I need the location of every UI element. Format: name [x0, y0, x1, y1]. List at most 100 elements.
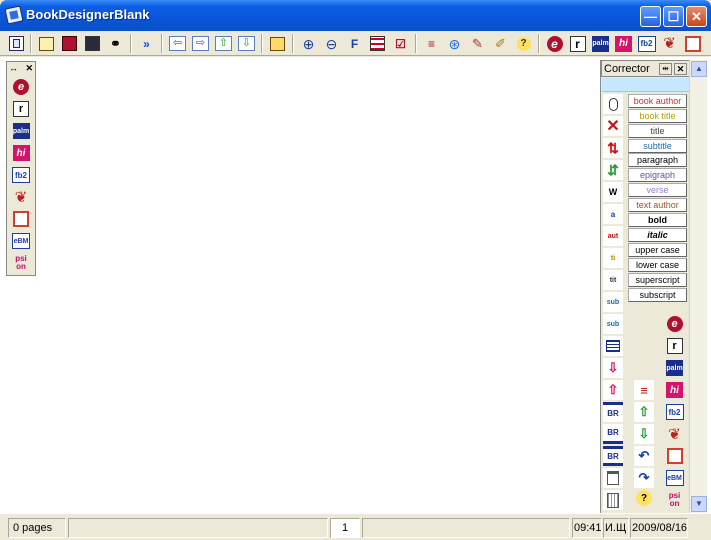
page-number-field[interactable]: 1: [330, 518, 360, 538]
style-book-author-button[interactable]: book author: [628, 94, 687, 108]
reader-r-icon[interactable]: r: [567, 33, 588, 54]
br-bottom-icon[interactable]: BR: [603, 424, 623, 444]
pin-icon[interactable]: ↔: [9, 62, 18, 74]
pages-icon[interactable]: [682, 33, 703, 54]
pencil-note-icon[interactable]: ✐: [490, 33, 511, 54]
br-top-icon[interactable]: BR: [603, 402, 623, 422]
palm-icon[interactable]: palm: [664, 358, 685, 378]
red-cushion-icon[interactable]: ❦: [659, 33, 680, 54]
arrow-right-icon[interactable]: ⇨: [190, 33, 211, 54]
fb2-icon[interactable]: fb2: [636, 33, 657, 54]
arrow-down-icon[interactable]: ⇩: [236, 33, 257, 54]
delete-x-icon[interactable]: ✕: [603, 116, 623, 136]
close-button[interactable]: ✕: [686, 6, 707, 27]
zoom-out-icon[interactable]: ⊖: [321, 33, 342, 54]
ebm-icon[interactable]: eBM: [11, 231, 31, 251]
hi-icon[interactable]: hi: [11, 143, 31, 163]
style-verse-button[interactable]: verse: [628, 183, 687, 197]
editor-area[interactable]: [0, 57, 600, 513]
wrap-icon[interactable]: W: [603, 182, 623, 202]
open-book-icon[interactable]: [36, 33, 57, 54]
move-down-pink-icon[interactable]: ⇩: [603, 358, 623, 378]
palm-icon[interactable]: palm: [11, 121, 31, 141]
reader-r-icon[interactable]: r: [11, 99, 31, 119]
arrow-down-green-icon[interactable]: ⇩: [634, 424, 654, 444]
save-red-icon[interactable]: [59, 33, 80, 54]
red-cushion-icon[interactable]: ❦: [11, 187, 31, 207]
fast-forward-icon[interactable]: »: [136, 33, 157, 54]
hi-icon[interactable]: hi: [613, 33, 634, 54]
redo-icon[interactable]: ↷: [634, 468, 654, 488]
help-icon[interactable]: ?: [513, 33, 534, 54]
ebook-e-icon[interactable]: e: [664, 314, 685, 334]
style-upper-case-button[interactable]: upper case: [628, 243, 687, 257]
br-both-icon[interactable]: BR: [603, 446, 623, 466]
keyboard-layout: И.Щ: [603, 518, 629, 538]
book-icon[interactable]: [267, 33, 288, 54]
style-paragraph-button[interactable]: paragraph: [628, 153, 687, 167]
globe-icon[interactable]: ⊛: [444, 33, 465, 54]
sort-down-icon[interactable]: ⇅: [603, 138, 623, 158]
binoculars-icon[interactable]: ⚭: [105, 33, 126, 54]
sort-up-icon[interactable]: ⇵: [603, 160, 623, 180]
sub-tit-icon[interactable]: sub: [603, 314, 623, 334]
aut-icon[interactable]: aut: [603, 226, 623, 246]
style-lower-case-button[interactable]: lower case: [628, 258, 687, 272]
page-break-icon[interactable]: ≡: [634, 380, 654, 400]
style-subtitle-button[interactable]: subtitle: [628, 139, 687, 153]
ti-icon[interactable]: ti: [603, 248, 623, 268]
style-book-title-button[interactable]: book title: [628, 109, 687, 123]
arrow-left-icon[interactable]: ⇦: [167, 33, 188, 54]
text-format-icon[interactable]: F: [344, 33, 365, 54]
page-break-icon[interactable]: ≡: [421, 33, 442, 54]
style-title-button[interactable]: title: [628, 124, 687, 138]
style-italic-button[interactable]: italic: [628, 228, 687, 242]
brush-icon[interactable]: ✎: [467, 33, 488, 54]
app-book-icon: [4, 5, 24, 25]
undo-icon[interactable]: ↶: [634, 446, 654, 466]
ebook-e-icon[interactable]: e: [544, 33, 565, 54]
vertical-scrollbar[interactable]: ▲ ▼: [689, 60, 707, 513]
arrow-up-icon[interactable]: ⇧: [213, 33, 234, 54]
move-up-pink-icon[interactable]: ⇧: [603, 380, 623, 400]
frame-icon[interactable]: [603, 468, 623, 488]
style-bold-button[interactable]: bold: [628, 213, 687, 227]
save-icon[interactable]: [82, 33, 103, 54]
sub-sub-icon[interactable]: sub: [603, 292, 623, 312]
tit-icon[interactable]: tit: [603, 270, 623, 290]
style-superscript-button[interactable]: superscript: [628, 273, 687, 287]
ebm-icon[interactable]: eBM: [664, 468, 685, 488]
pages-icon[interactable]: [664, 446, 685, 466]
document-icon[interactable]: [6, 33, 27, 54]
mouse-icon[interactable]: [603, 94, 623, 114]
palm-icon[interactable]: palm: [590, 33, 611, 54]
scroll-down-button[interactable]: ▼: [691, 496, 707, 512]
ebook-e-icon[interactable]: e: [11, 77, 31, 97]
help-icon[interactable]: ?: [636, 490, 652, 506]
reader-r-icon[interactable]: r: [664, 336, 685, 356]
list-icon[interactable]: [603, 336, 623, 356]
close-icon[interactable]: ✕: [674, 63, 687, 75]
check-list-icon[interactable]: ☑: [390, 33, 411, 54]
style-epigraph-button[interactable]: epigraph: [628, 168, 687, 182]
scroll-track[interactable]: [691, 78, 707, 496]
hi-icon[interactable]: hi: [664, 380, 685, 400]
pin-icon[interactable]: ⇹: [659, 63, 672, 75]
psion-icon[interactable]: psi on: [664, 490, 685, 510]
fb2-icon[interactable]: fb2: [664, 402, 685, 422]
close-icon[interactable]: ✕: [25, 62, 33, 74]
aa-swap-icon[interactable]: a: [603, 204, 623, 224]
maximize-button[interactable]: ☐: [663, 6, 684, 27]
red-cushion-icon[interactable]: ❦: [664, 424, 685, 444]
zoom-in-icon[interactable]: ⊕: [298, 33, 319, 54]
pages-icon[interactable]: [11, 209, 31, 229]
arrow-up-green-icon[interactable]: ⇧: [634, 402, 654, 422]
style-subscript-button[interactable]: subscript: [628, 288, 687, 302]
minimize-button[interactable]: —: [640, 6, 661, 27]
fb2-icon[interactable]: fb2: [11, 165, 31, 185]
grid-icon[interactable]: [603, 490, 623, 510]
scroll-up-button[interactable]: ▲: [691, 61, 707, 77]
psion-icon[interactable]: psi on: [11, 253, 31, 273]
style-text-author-button[interactable]: text author: [628, 198, 687, 212]
table-icon[interactable]: [367, 33, 388, 54]
